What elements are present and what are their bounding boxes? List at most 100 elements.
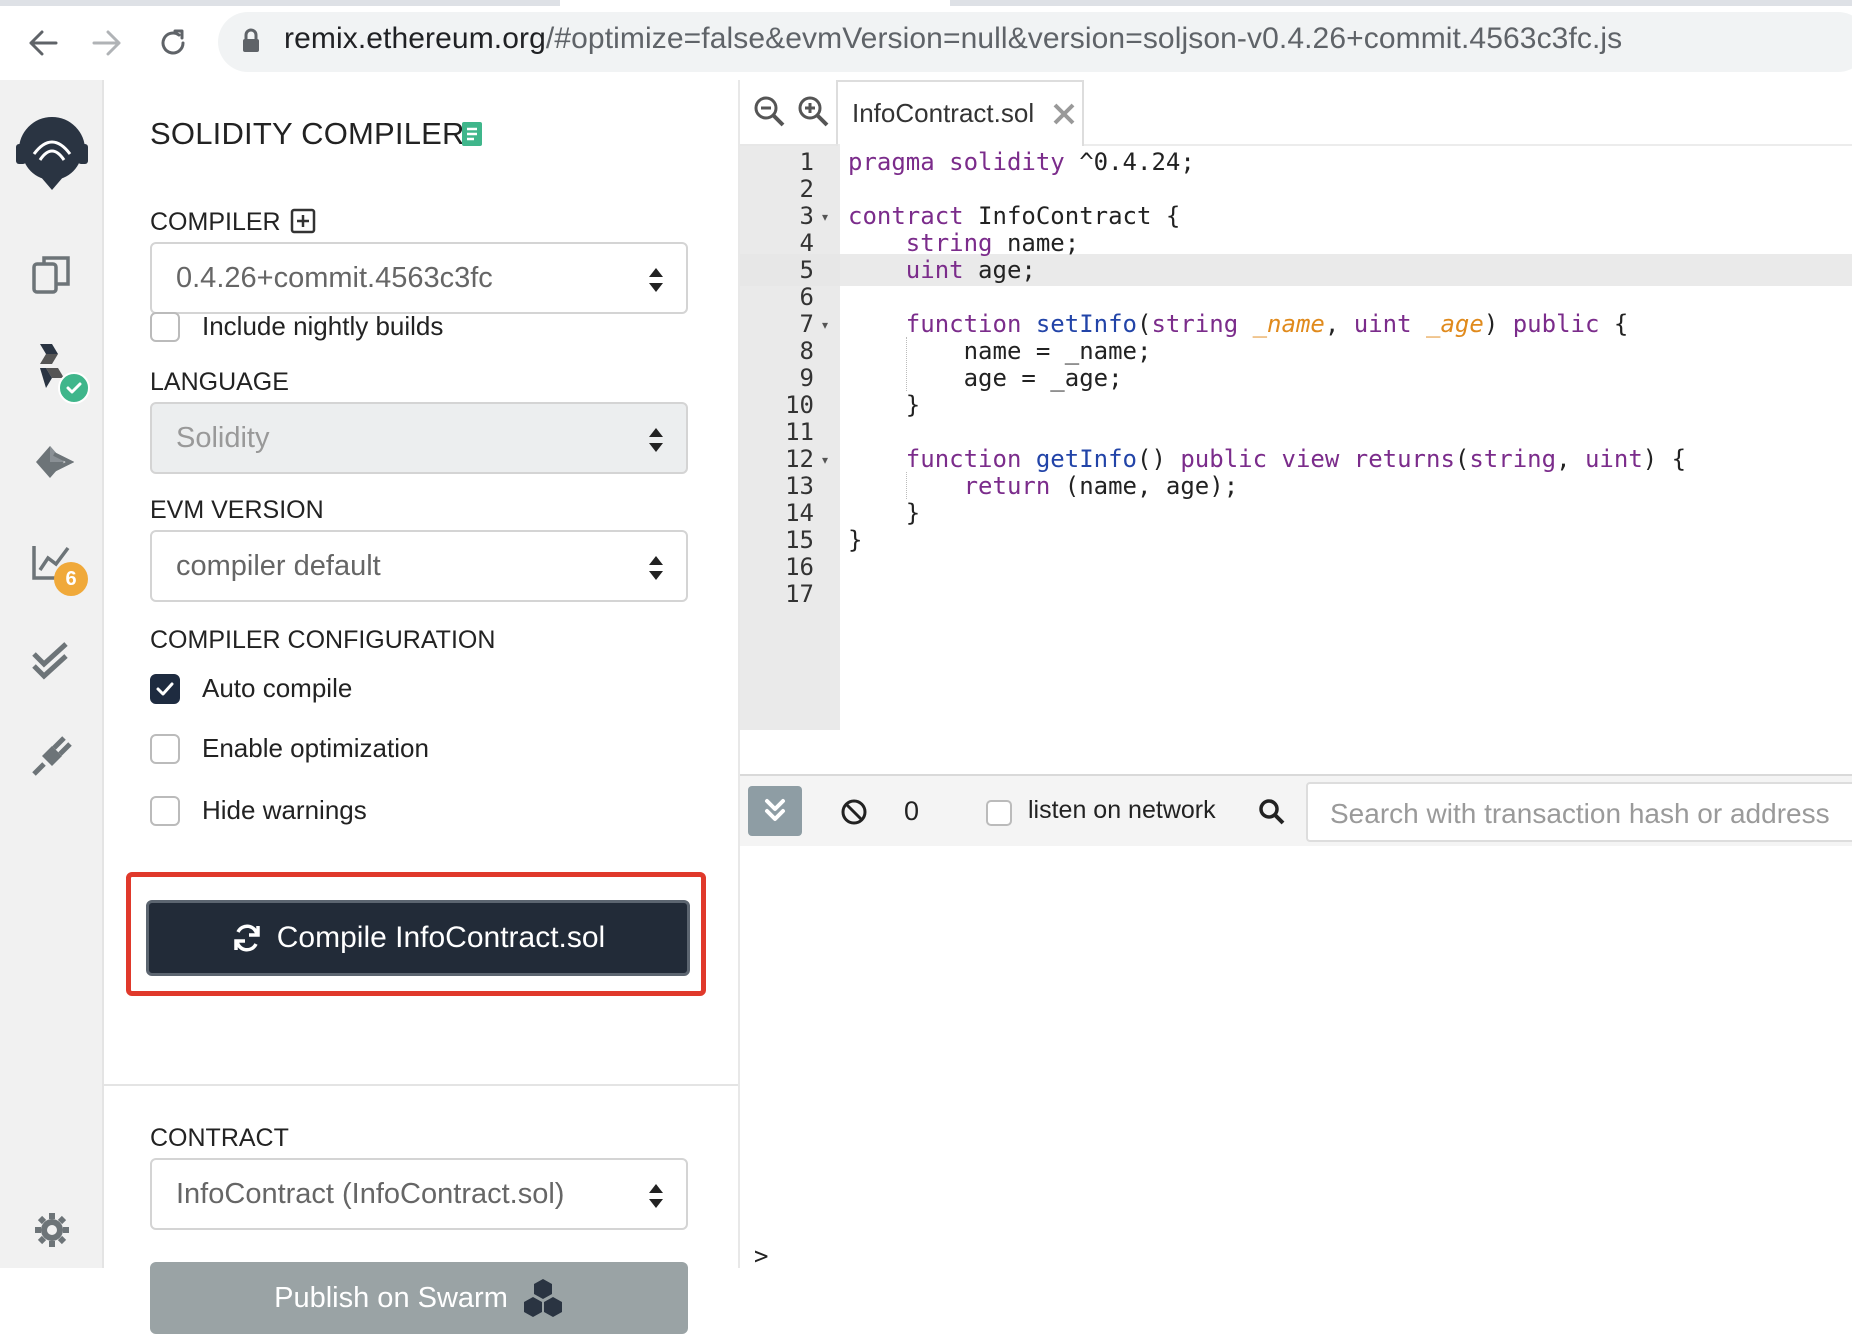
documentation-book-icon[interactable]: [460, 120, 484, 148]
testing-button[interactable]: [22, 632, 82, 692]
terminal-toolbar: 0 listen on network Search with transact…: [740, 774, 1852, 848]
back-button[interactable]: [20, 20, 66, 66]
contract-value: InfoContract (InfoContract.sol): [176, 1178, 565, 1210]
line-number: 2: [799, 175, 814, 203]
code-token: {: [1599, 310, 1629, 338]
publish-swarm-button[interactable]: Publish on Swarm: [150, 1262, 688, 1334]
analysis-button[interactable]: 6: [22, 532, 88, 596]
listen-network-checkbox[interactable]: [986, 800, 1012, 826]
solidity-compiler-panel: SOLIDITY COMPILER COMPILER 0.4.26+commit…: [104, 80, 740, 1334]
code-token: setInfo: [1035, 310, 1137, 338]
plugin-icon: [32, 736, 72, 776]
evm-version-value: compiler default: [176, 550, 381, 582]
code-line: name = _name;: [848, 337, 1152, 365]
code-line: function setInfo(string _name, uint _age…: [848, 310, 1629, 338]
line-number-gutter: 1 2 3 ▾ 4 5 6 7 ▾ 8 9 10 11 12 ▾ 13 14 15 16 17: [740, 144, 840, 730]
hide-warnings-label: Hide warnings: [202, 795, 367, 825]
fold-toggle-icon[interactable]: ▾: [822, 210, 828, 224]
evm-version-select[interactable]: compiler default: [150, 530, 688, 602]
select-arrows-icon: [649, 428, 663, 452]
editor-tab-bar: InfoContract.sol: [740, 80, 1852, 146]
fold-toggle-icon[interactable]: ▾: [822, 318, 828, 332]
terminal-output[interactable]: >: [740, 846, 1852, 1270]
code-token: (: [1137, 310, 1152, 338]
code-token: string: [1469, 445, 1557, 473]
reload-button[interactable]: [150, 20, 196, 66]
line-number: 7: [799, 310, 814, 338]
line-number: 4: [799, 229, 814, 257]
file-tab-label: InfoContract.sol: [852, 98, 1035, 128]
code-line: function getInfo() public view returns(s…: [848, 445, 1686, 473]
section-divider: [104, 1084, 738, 1086]
solidity-compiler-button[interactable]: [22, 336, 90, 404]
close-tab-icon[interactable]: [1050, 100, 1078, 128]
clear-console-icon[interactable]: [840, 798, 868, 826]
language-label: LANGUAGE: [150, 368, 289, 396]
line-number: 1: [799, 148, 814, 176]
code-token: }: [848, 391, 921, 419]
transaction-search-input[interactable]: Search with transaction hash or address: [1306, 782, 1852, 842]
settings-button[interactable]: [22, 1200, 82, 1260]
hide-warnings-checkbox[interactable]: [150, 796, 180, 826]
file-tab-infocontract[interactable]: InfoContract.sol: [836, 80, 1084, 146]
code-line: }: [848, 526, 862, 554]
include-nightly-checkbox[interactable]: [150, 312, 180, 342]
line-number: 5: [799, 256, 814, 284]
line-number: 10: [785, 391, 814, 419]
swarm-icon: [523, 1279, 562, 1317]
code-token: public view returns: [1180, 445, 1455, 473]
plugin-manager-button[interactable]: [22, 726, 82, 786]
forward-button[interactable]: [84, 20, 130, 66]
code-token: age = _age;: [848, 364, 1123, 392]
code-token: uint: [1584, 445, 1643, 473]
enable-optimization-checkbox[interactable]: [150, 734, 180, 764]
url-host: remix.ethereum.org: [284, 22, 546, 55]
compile-button[interactable]: Compile InfoContract.sol: [146, 900, 690, 976]
line-number: 8: [799, 337, 814, 365]
remix-logo[interactable]: [10, 110, 94, 194]
code-line: }: [848, 391, 920, 419]
select-arrows-icon: [649, 268, 663, 292]
code-line: string name;: [848, 229, 1079, 257]
contract-select[interactable]: InfoContract (InfoContract.sol): [150, 1158, 688, 1230]
line-number: 17: [785, 580, 814, 608]
file-explorer-button[interactable]: [22, 244, 82, 304]
fold-toggle-icon[interactable]: ▾: [822, 453, 828, 467]
check-icon: [66, 382, 82, 394]
toggle-terminal-button[interactable]: [748, 786, 802, 836]
code-token: pragma solidity: [848, 148, 1065, 176]
code-token: contract: [848, 202, 964, 230]
terminal-prompt: >: [754, 1242, 769, 1270]
deploy-run-button[interactable]: [22, 432, 82, 492]
language-select[interactable]: Solidity: [150, 402, 688, 474]
language-value: Solidity: [176, 422, 270, 454]
zoom-in-icon[interactable]: [796, 94, 830, 128]
code-line: contract InfoContract {: [848, 202, 1180, 230]
code-token: (: [1454, 445, 1470, 473]
indent-guide: [906, 337, 907, 391]
back-arrow-icon: [29, 30, 58, 56]
line-number: 16: [785, 553, 814, 581]
line-number: 3: [799, 202, 814, 230]
zoom-out-icon[interactable]: [752, 94, 786, 128]
code-token: }: [848, 499, 921, 527]
code-line: uint age;: [848, 256, 1036, 284]
code-token: public: [1512, 310, 1600, 338]
code-token: }: [848, 526, 863, 554]
compiler-version-value: 0.4.26+commit.4563c3fc: [176, 262, 493, 294]
code-token: function: [905, 445, 1022, 473]
auto-compile-checkbox[interactable]: [150, 674, 180, 704]
code-content[interactable]: pragma solidity ^0.4.24; contract InfoCon…: [840, 144, 1852, 730]
browser-tabstrip: [0, 0, 1852, 6]
compiler-version-select[interactable]: 0.4.26+commit.4563c3fc: [150, 242, 688, 314]
code-token: getInfo: [1035, 445, 1137, 473]
line-number: 12: [785, 445, 814, 473]
add-compiler-icon[interactable]: [290, 208, 316, 234]
enable-optimization-label: Enable optimization: [202, 733, 429, 763]
evm-version-label: EVM VERSION: [150, 496, 324, 524]
